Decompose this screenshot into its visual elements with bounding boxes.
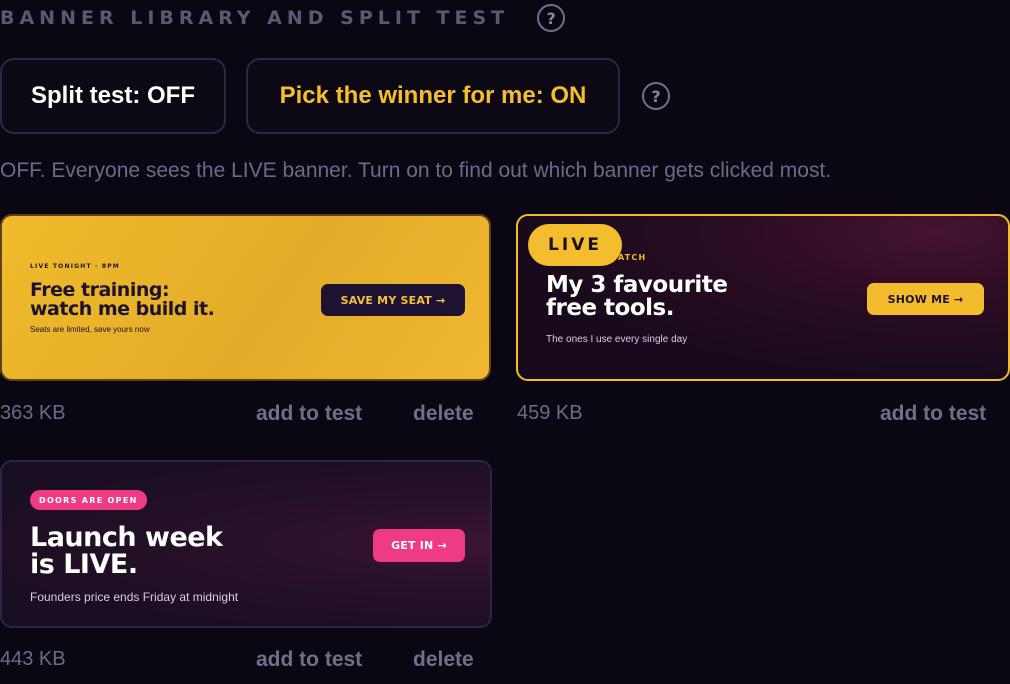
add-to-test-link[interactable]: add to test bbox=[256, 648, 362, 672]
banner-headline: My 3 favourite free tools. bbox=[546, 272, 728, 321]
page-title: BANNER LIBRARY AND SPLIT TEST bbox=[0, 7, 510, 29]
delete-link[interactable]: delete bbox=[413, 402, 474, 426]
banner-headline-line: is LIVE. bbox=[30, 549, 138, 580]
banner-headline: Free training: watch me build it. bbox=[30, 281, 215, 320]
add-to-test-link[interactable]: add to test bbox=[256, 402, 362, 426]
section-header: BANNER LIBRARY AND SPLIT TEST ? bbox=[0, 2, 566, 34]
pick-winner-toggle-button[interactable]: Pick the winner for me: ON bbox=[246, 58, 620, 134]
banner-card-free-training[interactable]: LIVE TONIGHT · 8PM Free training: watch … bbox=[0, 214, 491, 381]
help-icon[interactable]: ? bbox=[537, 4, 566, 32]
toggle-row: Split test: OFF Pick the winner for me: … bbox=[0, 58, 670, 134]
file-size: 459 KB bbox=[517, 402, 583, 424]
split-test-toggle-button[interactable]: Split test: OFF bbox=[0, 58, 226, 134]
delete-link[interactable]: delete bbox=[413, 648, 474, 672]
banner-subtext: The ones I use every single day bbox=[546, 334, 688, 345]
file-size: 443 KB bbox=[0, 648, 66, 670]
banner-headline-line: My 3 favourite bbox=[546, 272, 728, 298]
banner-headline-line: free tools. bbox=[546, 295, 674, 321]
banner-eyebrow-pill: DOORS ARE OPEN bbox=[30, 490, 147, 510]
banner-eyebrow: LIVE TONIGHT · 8PM bbox=[30, 263, 120, 270]
banner-cta-button: SHOW ME → bbox=[867, 283, 984, 315]
banner-cta-button: SAVE MY SEAT → bbox=[321, 284, 465, 316]
help-icon[interactable]: ? bbox=[642, 82, 670, 110]
add-to-test-link[interactable]: add to test bbox=[880, 402, 986, 426]
banner-cta-button: GET IN → bbox=[373, 529, 465, 562]
live-badge: LIVE bbox=[528, 224, 622, 266]
banner-headline-line: Launch week bbox=[30, 522, 223, 553]
split-test-description: OFF. Everyone sees the LIVE banner. Turn… bbox=[0, 159, 832, 182]
banner-subtext: Founders price ends Friday at midnight bbox=[30, 590, 239, 604]
banner-headline-line: watch me build it. bbox=[30, 298, 215, 320]
file-size: 363 KB bbox=[0, 402, 66, 424]
banner-subtext: Seats are limited, save yours now bbox=[30, 325, 150, 334]
banner-headline: Launch week is LIVE. bbox=[30, 524, 223, 578]
banner-card-launch-week[interactable]: DOORS ARE OPEN Launch week is LIVE. Foun… bbox=[0, 460, 492, 628]
banner-eyebrow: ATCH bbox=[618, 253, 647, 262]
